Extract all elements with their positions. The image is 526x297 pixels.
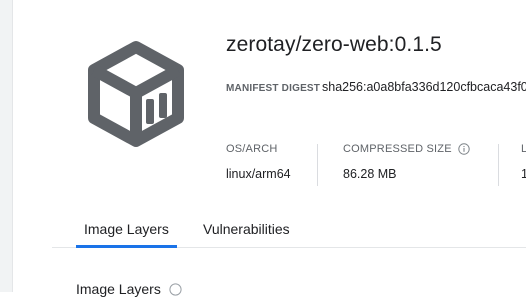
image-title: zerotay/zero-web:0.1.5 [226,33,442,56]
tab-vulnerabilities[interactable]: Vulnerabilities [203,211,290,247]
section-heading: Image Layers [76,281,182,297]
section-title: Image Layers [76,281,161,297]
manifest-digest-value[interactable]: sha256:a0a8bfa336d120cfbcaca43f0 [322,80,526,94]
compressed-size-column: COMPRESSED SIZE 86.28 MB [343,141,470,181]
os-arch-label: OS/ARCH [226,141,291,157]
third-column-label-text: L [521,143,526,155]
help-circle-icon[interactable] [169,282,182,296]
compressed-size-label-text: COMPRESSED SIZE [343,143,452,155]
container-cube-icon [88,41,184,147]
os-arch-label-text: OS/ARCH [226,143,278,155]
manifest-digest-label: MANIFEST DIGEST [226,83,321,94]
os-arch-column: OS/ARCH linux/arm64 [226,141,291,181]
compressed-size-label: COMPRESSED SIZE [343,141,470,157]
meta-divider [498,144,499,186]
tab-image-layers[interactable]: Image Layers [76,211,177,248]
left-sidebar-edge [0,0,13,292]
os-arch-value: linux/arm64 [226,167,291,181]
info-circle-icon[interactable] [458,143,470,155]
third-column-label: L [521,141,526,157]
third-column: L 1 [521,141,526,181]
compressed-size-value: 86.28 MB [343,167,397,181]
meta-divider [317,144,318,186]
tab-bar: Image Layers Vulnerabilities [52,211,526,248]
third-column-value: 1 [521,167,526,181]
